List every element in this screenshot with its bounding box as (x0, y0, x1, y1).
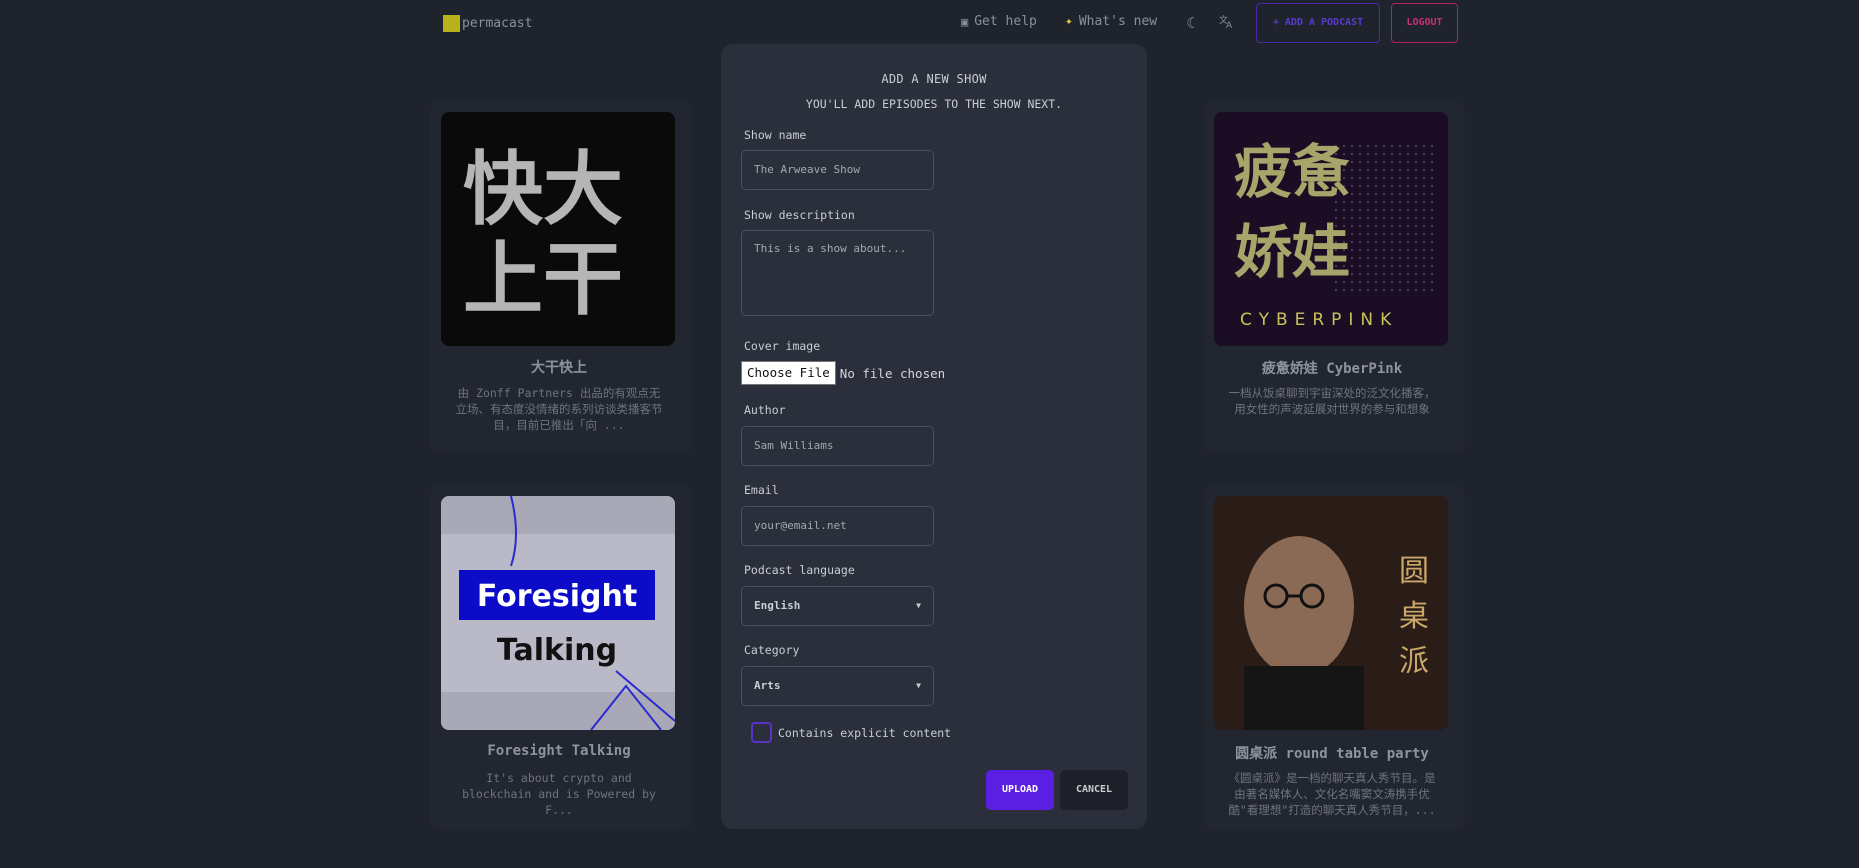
cover-image-label: Cover image (744, 339, 821, 353)
svg-text:圆: 圆 (1399, 554, 1429, 589)
podcast-description: It's about crypto and blockchain and is … (462, 771, 656, 817)
whats-new-link[interactable]: ✦ What's new (1065, 14, 1157, 29)
svg-text:Talking: Talking (497, 633, 617, 668)
podcast-title: Foresight Talking (487, 743, 631, 759)
email-input[interactable]: your@email.net (741, 506, 934, 546)
brand-name: permacast (462, 16, 533, 31)
show-name-input[interactable]: The Arweave Show (741, 150, 934, 190)
cover-image-file-input[interactable]: Choose File No file chosen (741, 361, 945, 385)
podcast-title: 大干快上 (531, 360, 587, 376)
chevron-down-icon: ▼ (916, 601, 921, 610)
podcast-card[interactable]: 快大 上干 大干快上 由 Zonff Partners 出品的有观点无立场、有态… (430, 101, 692, 453)
podcast-description: 《圆桌派》是一档的聊天真人秀节目。是由著名媒体人、文化名嘴窦文涛携手优酷"看理想… (1228, 771, 1436, 817)
modal-subtitle: YOU'LL ADD EPISODES TO THE SHOW NEXT. (805, 97, 1063, 111)
podcast-card[interactable]: 疲惫 娇娃 CYBERPINK 疲惫娇娃 CyberPink 一档从饭桌聊到宇宙… (1203, 101, 1465, 453)
get-help-label: Get help (974, 14, 1037, 29)
translate-icon[interactable]: 文A (1217, 13, 1237, 33)
podcast-cover-image: Foresight Talking (441, 496, 675, 730)
permacast-logo-icon (443, 15, 460, 32)
file-status: No file chosen (839, 365, 946, 381)
category-select[interactable]: Arts ▼ (741, 666, 934, 706)
explicit-label: Contains explicit content (778, 725, 952, 740)
chevron-down-icon: ▼ (916, 681, 921, 690)
svg-text:上干: 上干 (463, 233, 623, 326)
category-label: Category (744, 643, 800, 657)
email-label: Email (744, 483, 779, 497)
author-label: Author (744, 403, 786, 417)
language-value: English (754, 599, 801, 612)
svg-text:桌: 桌 (1399, 599, 1429, 634)
podcast-cover-image: 快大 上干 (441, 112, 675, 346)
svg-text:A: A (1226, 21, 1233, 29)
top-navbar: permacast ▣ Get help ✦ What's new ☾ 文A +… (0, 0, 1859, 46)
podcast-language-select[interactable]: English ▼ (741, 586, 934, 626)
author-input[interactable]: Sam Williams (741, 426, 934, 466)
podcast-title: 圆桌派 round table party (1235, 746, 1429, 762)
show-description-label: Show description (744, 208, 855, 222)
svg-text:CYBERPINK: CYBERPINK (1240, 310, 1398, 330)
svg-text:娇娃: 娇娃 (1234, 218, 1350, 286)
get-help-link[interactable]: ▣ Get help (961, 14, 1037, 29)
explicit-checkbox[interactable] (751, 722, 772, 743)
podcast-cover-image: 疲惫 娇娃 CYBERPINK (1214, 112, 1448, 346)
sparkles-icon: ✦ (1065, 14, 1073, 29)
robot-icon: ▣ (961, 14, 969, 29)
cancel-button[interactable]: CANCEL (1060, 770, 1128, 810)
modal-title: ADD A NEW SHOW (881, 72, 987, 86)
moon-icon[interactable]: ☾ (1181, 13, 1201, 33)
podcast-cover-image: 圆 桌 派 (1214, 496, 1448, 730)
podcast-card[interactable]: Foresight Talking Foresight Talking It's… (430, 485, 692, 830)
choose-file-button[interactable]: Choose File (741, 361, 836, 385)
explicit-content-row[interactable]: Contains explicit content (751, 722, 951, 743)
svg-text:快大: 快大 (463, 143, 623, 236)
add-show-modal: ADD A NEW SHOW YOU'LL ADD EPISODES TO TH… (721, 44, 1147, 829)
podcast-title: 疲惫娇娃 CyberPink (1261, 361, 1403, 377)
upload-button[interactable]: UPLOAD (986, 770, 1054, 810)
add-podcast-button[interactable]: + ADD A PODCAST (1256, 3, 1380, 43)
category-value: Arts (754, 679, 781, 692)
whats-new-label: What's new (1078, 14, 1158, 29)
svg-text:疲惫: 疲惫 (1234, 138, 1350, 206)
podcast-language-label: Podcast language (744, 563, 855, 577)
podcast-card[interactable]: 圆 桌 派 圆桌派 round table party 《圆桌派》是一档的聊天真… (1203, 485, 1465, 830)
brand-logo[interactable]: permacast (443, 15, 532, 32)
show-name-label: Show name (744, 128, 807, 142)
podcast-description: 一档从饭桌聊到宇宙深处的泛文化播客，用女性的声波延展对世界的参与和想象 (1228, 386, 1436, 416)
svg-text:派: 派 (1399, 644, 1429, 679)
logout-button[interactable]: LOGOUT (1391, 3, 1458, 43)
svg-text:Foresight: Foresight (477, 579, 637, 614)
show-description-textarea[interactable]: This is a show about... (741, 230, 934, 316)
podcast-description: 由 Zonff Partners 出品的有观点无立场、有态度没情绪的系列访谈类播… (455, 386, 663, 432)
